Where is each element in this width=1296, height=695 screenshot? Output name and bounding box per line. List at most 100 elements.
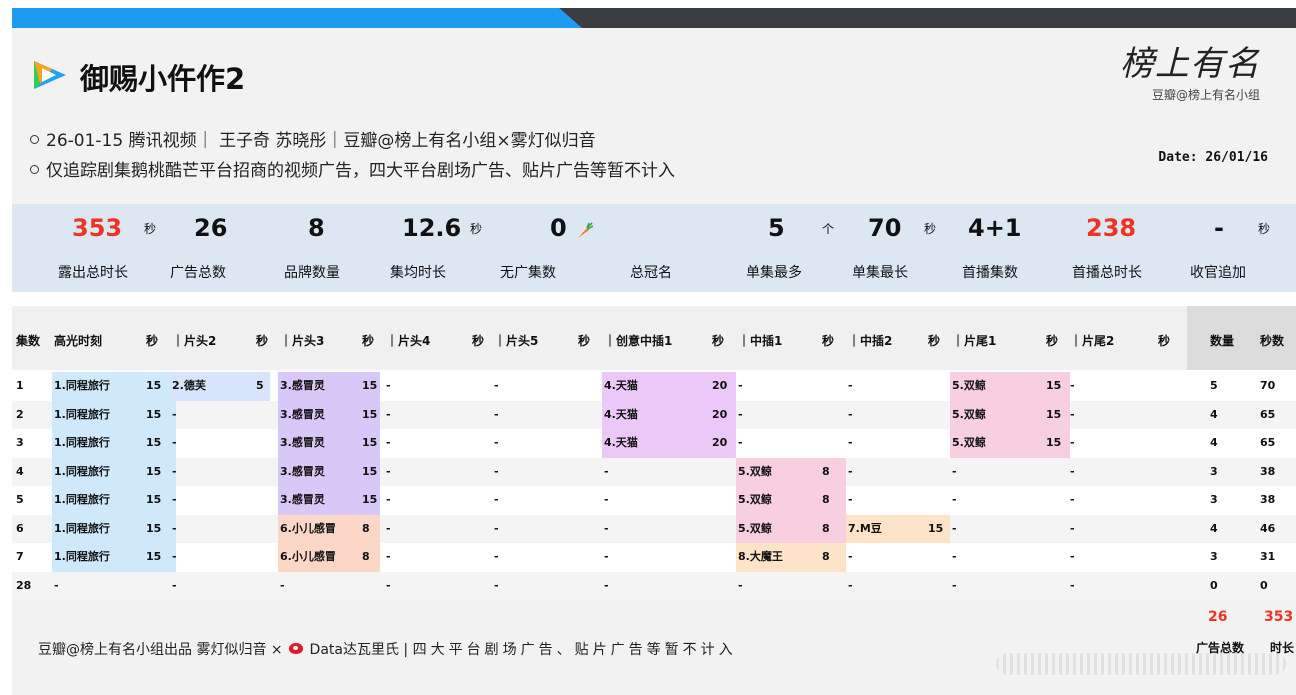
table-row: 3 1.同程旅行 15-3.感冒灵 15- -4.天猫 20- -5.双鲸 15-4 65	[12, 429, 1296, 458]
th-sec: 秒	[578, 334, 591, 348]
th-opening5: ｜片头5	[494, 334, 539, 348]
cell-creative-insert1: 4.天猫	[604, 379, 638, 392]
cell-sec: 15	[146, 379, 162, 392]
cell-insert1: 5.双鲸	[738, 464, 772, 478]
cell-count: 4	[1210, 407, 1218, 421]
stat-unit: 秒	[144, 222, 157, 236]
th-sec: 秒	[256, 334, 269, 348]
th-sec: 秒	[362, 334, 375, 348]
cell-ending1: -	[952, 521, 957, 535]
cell-opening2: -	[172, 578, 177, 592]
cell-ending1: -	[952, 578, 957, 592]
cell-sec: 15	[146, 521, 162, 535]
cell-sec: 15	[928, 521, 944, 535]
cell-insert1: -	[738, 379, 743, 392]
th-insert2: ｜中插2	[848, 334, 893, 348]
cell-seconds: 46	[1260, 521, 1276, 535]
stat-value: 70	[868, 214, 902, 242]
cell-opening4: -	[386, 550, 391, 563]
watermark	[996, 653, 1286, 675]
footer-text-b: Data达瓦里氏 |	[309, 642, 409, 658]
th-sec: 秒	[146, 334, 159, 348]
th-sec: 秒	[472, 334, 485, 348]
stat-value: 0	[550, 214, 567, 242]
cell-seconds: 0	[1260, 578, 1268, 592]
cell-insert1: -	[738, 436, 743, 449]
stat-value: -	[1214, 214, 1224, 242]
cell-opening2: -	[172, 436, 177, 449]
cell-creative-insert1: -	[604, 521, 609, 535]
cell-opening3: -	[280, 578, 285, 592]
cell-sec: 15	[146, 550, 162, 563]
cell-opening3: 6.小儿感冒	[280, 521, 336, 535]
cell-count: 4	[1210, 436, 1218, 449]
stat-label: 首播总时长	[1072, 265, 1142, 281]
info-line-2-text: 仅追踪剧集鹅桃酷芒平台招商的视频广告，四大平台剧场广告、贴片广告等暂不计入	[46, 161, 675, 181]
cell-insert2: -	[848, 550, 853, 563]
cell-seconds: 31	[1260, 550, 1276, 563]
cell-opening4: -	[386, 578, 391, 592]
th-insert1: ｜中插1	[738, 334, 783, 348]
cell-ending1: -	[952, 550, 957, 563]
cell-episode: 3	[16, 436, 24, 449]
cell-ending2: -	[1070, 521, 1075, 535]
cell-insert2: -	[848, 436, 853, 449]
th-sec: 秒	[822, 334, 835, 348]
cell-sec: 15	[362, 407, 378, 421]
cell-insert1: 5.双鲸	[738, 493, 772, 506]
cell-sec: 15	[362, 379, 378, 392]
cell-highlight: 1.同程旅行	[54, 464, 110, 478]
stat-label: 品牌数量	[284, 265, 340, 281]
th-opening3: ｜片头3	[280, 334, 325, 348]
cell-count: 4	[1210, 521, 1218, 535]
cell-seconds: 38	[1260, 464, 1276, 478]
cell-count: 0	[1210, 578, 1218, 592]
cell-sec: 8	[822, 550, 830, 563]
cell-insert1: 5.双鲸	[738, 521, 772, 535]
cell-count: 5	[1210, 379, 1218, 392]
stats-panel: 353 秒 露出总时长 26 广告总数 8 品牌数量 12.6 秒 集均时长 0…	[12, 204, 1296, 292]
cell-opening5: -	[494, 493, 499, 506]
bullet-icon	[30, 164, 39, 174]
cell-ending2: -	[1070, 407, 1075, 421]
stat-unit: 秒	[470, 222, 483, 236]
table-row: 7 1.同程旅行 15-6.小儿感冒 8- - -8.大魔王 8- - -3 31	[12, 543, 1296, 572]
cell-insert1: -	[738, 578, 743, 592]
cell-episode: 4	[16, 464, 24, 478]
cell-opening3: 3.感冒灵	[280, 407, 325, 421]
cell-insert2: -	[848, 379, 853, 392]
cell-opening3: 3.感冒灵	[280, 436, 325, 449]
cell-opening2: 2.德芙	[172, 379, 206, 392]
cell-episode: 6	[16, 521, 24, 535]
page-title: 御赐小仵作2	[80, 62, 246, 96]
cell-opening4: -	[386, 493, 391, 506]
cell-insert2: -	[848, 464, 853, 478]
th-ending1: ｜片尾1	[952, 334, 997, 348]
th-opening2: ｜片头2	[172, 334, 217, 348]
cell-creative-insert1: -	[604, 464, 609, 478]
cell-insert1: 8.大魔王	[738, 550, 783, 563]
cell-sec: 15	[146, 407, 162, 421]
cell-opening4: -	[386, 379, 391, 392]
cell-opening5: -	[494, 436, 499, 449]
stat-value: 5	[768, 214, 785, 242]
stat-value: 4+1	[968, 214, 1022, 242]
footer-text-c: 四大平台剧场广告、贴片广告等暂不计入	[412, 642, 737, 658]
table-row: 5 1.同程旅行 15-3.感冒灵 15- - -5.双鲸 8- - -3 38	[12, 486, 1296, 515]
table-row: 4 1.同程旅行 15-3.感冒灵 15- - -5.双鲸 8- - -3 38	[12, 457, 1296, 486]
stat-label: 集均时长	[390, 265, 446, 281]
cell-ending2: -	[1070, 436, 1075, 449]
th-episode: 集数	[16, 334, 41, 348]
cell-opening2: -	[172, 493, 177, 506]
cell-opening5: -	[494, 578, 499, 592]
cell-count: 3	[1210, 550, 1218, 563]
cell-opening3: 3.感冒灵	[280, 493, 325, 506]
bullet-icon	[30, 134, 39, 144]
stat-label: 单集最长	[852, 265, 908, 281]
cell-insert2: -	[848, 493, 853, 506]
cell-creative-insert1: -	[604, 493, 609, 506]
table-row: 1 1.同程旅行 15 2.德芙 5 3.感冒灵 15- -4.天猫 20- -5.双鲸 15-5 7…	[12, 372, 1296, 401]
cell-highlight: 1.同程旅行	[54, 436, 110, 449]
th-count: 数量	[1210, 334, 1235, 348]
th-sec: 秒	[928, 334, 941, 348]
